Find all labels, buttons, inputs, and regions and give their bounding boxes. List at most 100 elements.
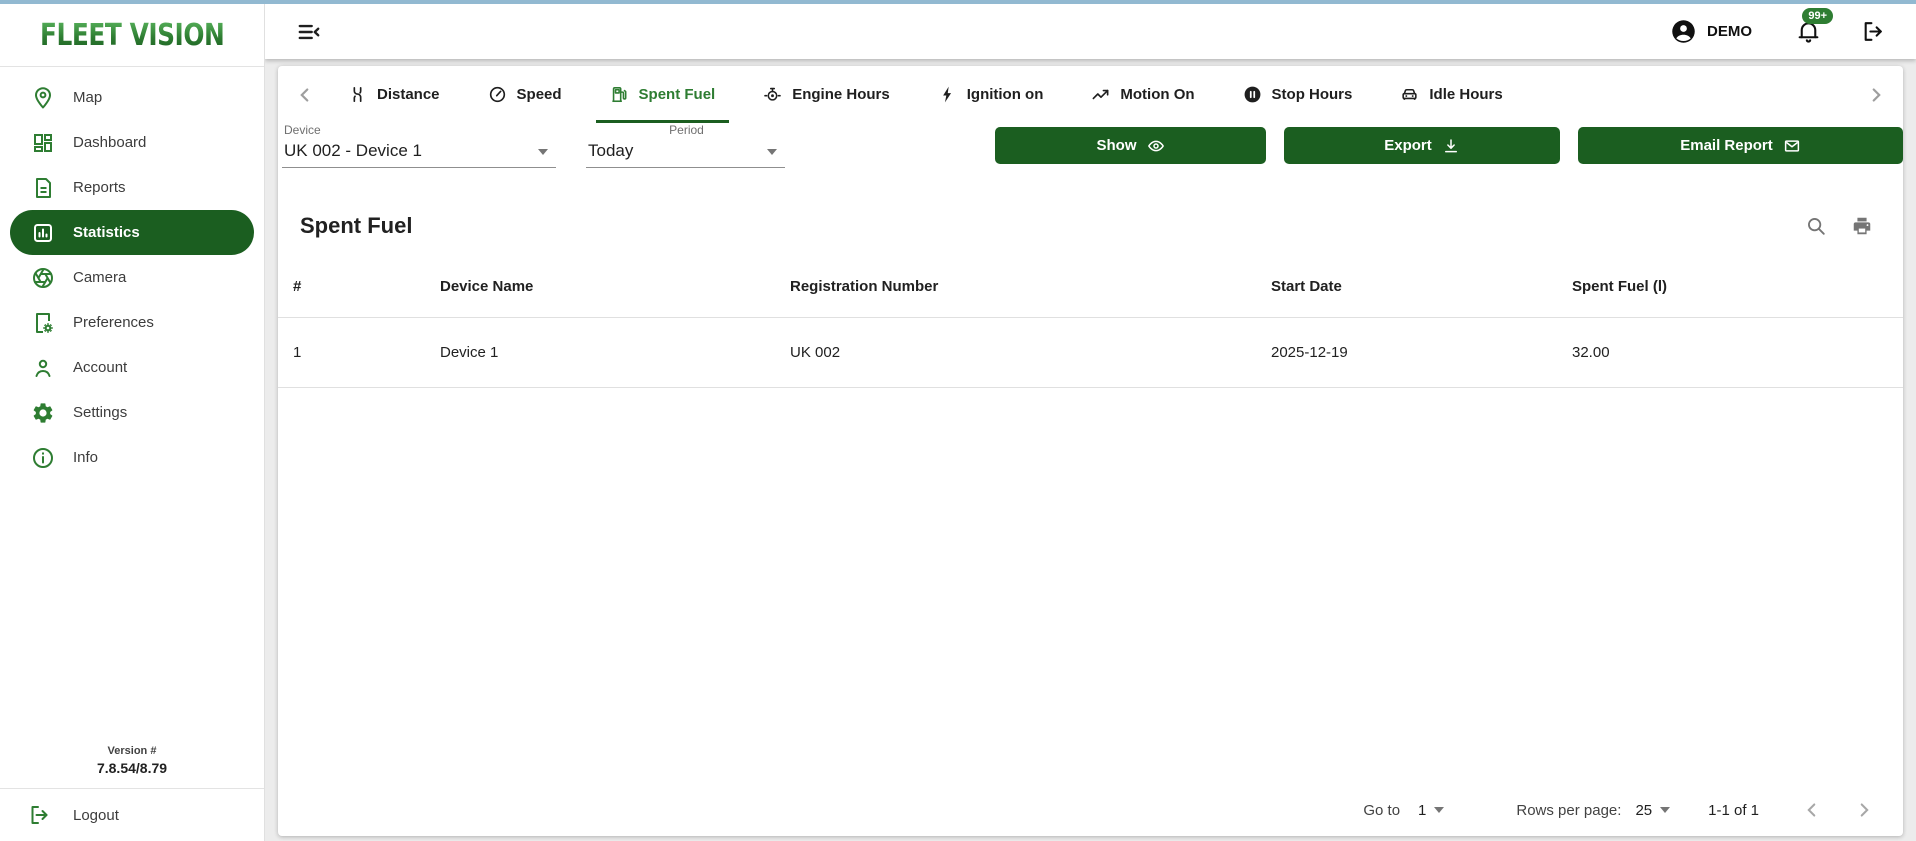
print-icon[interactable] xyxy=(1851,215,1873,237)
logout-button[interactable]: Logout xyxy=(0,789,264,841)
tab-label: Idle Hours xyxy=(1429,86,1502,103)
tabs-scroll-right-icon[interactable] xyxy=(1865,84,1887,106)
column-header: # xyxy=(293,278,440,295)
report-card: Distance Speed Spent Fuel Engine Hours I… xyxy=(278,66,1903,836)
chevron-down-icon xyxy=(1660,807,1670,813)
logout-top-icon[interactable] xyxy=(1861,19,1886,44)
top-bar: DEMO 99+ xyxy=(265,4,1916,59)
column-header: Start Date xyxy=(1271,278,1572,295)
sidebar-item-info[interactable]: Info xyxy=(0,435,264,480)
export-button[interactable]: Export xyxy=(1284,127,1560,164)
pagination-range: 1-1 of 1 xyxy=(1708,802,1759,819)
logo-text: FLEET VISION xyxy=(40,18,224,53)
sidebar: FLEET VISION Map Dashboard Reports Stati… xyxy=(0,4,265,841)
sidebar-item-dashboard[interactable]: Dashboard xyxy=(0,120,264,165)
pause-circle-icon xyxy=(1243,85,1262,104)
pagination-bar: Go to 1 Rows per page: 25 1-1 of 1 xyxy=(278,784,1903,836)
dashboard-grid-icon xyxy=(31,131,55,155)
person-icon xyxy=(31,356,55,380)
engine-timer-icon xyxy=(763,85,782,104)
speedometer-icon xyxy=(488,85,507,104)
sidebar-item-label: Map xyxy=(73,89,102,106)
tab-label: Stop Hours xyxy=(1272,86,1353,103)
sidebar-item-account[interactable]: Account xyxy=(0,345,264,390)
menu-collapse-icon[interactable] xyxy=(296,19,322,45)
chevron-down-icon xyxy=(767,149,777,155)
tab-idle-hours[interactable]: Idle Hours xyxy=(1386,66,1516,123)
email-report-button[interactable]: Email Report xyxy=(1578,127,1903,164)
sidebar-item-settings[interactable]: Settings xyxy=(0,390,264,435)
tab-label: Speed xyxy=(517,86,562,103)
sidebar-item-reports[interactable]: Reports xyxy=(0,165,264,210)
tab-stop-hours[interactable]: Stop Hours xyxy=(1229,66,1367,123)
section-header: Spent Fuel xyxy=(278,204,1903,248)
tab-ignition-on[interactable]: Ignition on xyxy=(924,66,1058,123)
map-pin-icon xyxy=(31,86,55,110)
email-report-button-label: Email Report xyxy=(1680,137,1773,154)
eye-icon xyxy=(1147,137,1165,155)
version-block: Version # 7.8.54/8.79 xyxy=(0,739,264,788)
download-icon xyxy=(1442,137,1460,155)
next-page-icon[interactable] xyxy=(1853,799,1875,821)
content-area: Distance Speed Spent Fuel Engine Hours I… xyxy=(265,59,1916,841)
gear-icon xyxy=(31,401,55,425)
sidebar-item-statistics[interactable]: Statistics xyxy=(10,210,254,255)
sidebar-item-label: Settings xyxy=(73,404,127,421)
fuel-pump-icon xyxy=(610,85,629,104)
sidebar-item-preferences[interactable]: Preferences xyxy=(0,300,264,345)
period-select-label: Period xyxy=(588,123,785,137)
results-table: # Device Name Registration Number Start … xyxy=(278,256,1903,388)
chevron-down-icon xyxy=(538,149,548,155)
tabs-scroll-left-icon[interactable] xyxy=(294,84,316,106)
period-select[interactable]: Period Today xyxy=(586,123,785,168)
trending-up-icon xyxy=(1091,85,1110,104)
notification-badge: 99+ xyxy=(1802,8,1833,24)
logout-icon xyxy=(28,803,52,827)
divider xyxy=(0,66,264,67)
tab-label: Distance xyxy=(377,86,440,103)
sidebar-item-label: Preferences xyxy=(73,314,154,331)
goto-page-select[interactable]: 1 xyxy=(1418,802,1444,819)
user-avatar-icon[interactable] xyxy=(1670,18,1697,45)
envelope-icon xyxy=(1783,137,1801,155)
route-icon xyxy=(348,85,367,104)
version-value: 7.8.54/8.79 xyxy=(0,760,264,776)
bar-chart-icon xyxy=(31,221,55,245)
info-circle-icon xyxy=(31,446,55,470)
tab-label: Ignition on xyxy=(967,86,1044,103)
tab-label: Engine Hours xyxy=(792,86,890,103)
rows-per-page-select[interactable]: 25 xyxy=(1635,802,1670,819)
sidebar-item-label: Account xyxy=(73,359,127,376)
show-button-label: Show xyxy=(1097,137,1137,154)
show-button[interactable]: Show xyxy=(995,127,1266,164)
sidebar-item-label: Info xyxy=(73,449,98,466)
previous-page-icon[interactable] xyxy=(1801,799,1823,821)
tab-spent-fuel[interactable]: Spent Fuel xyxy=(596,66,730,123)
top-accent-strip xyxy=(0,0,1916,4)
filter-row: Device UK 002 - Device 1 Period Today Sh… xyxy=(278,123,1903,182)
tab-speed[interactable]: Speed xyxy=(474,66,576,123)
device-select[interactable]: Device UK 002 - Device 1 xyxy=(282,123,556,168)
cell-device-name: Device 1 xyxy=(440,344,790,361)
sidebar-item-map[interactable]: Map xyxy=(0,75,264,120)
sidebar-item-label: Dashboard xyxy=(73,134,146,151)
logout-label: Logout xyxy=(73,807,119,824)
report-tabbar: Distance Speed Spent Fuel Engine Hours I… xyxy=(278,66,1903,123)
sidebar-item-camera[interactable]: Camera xyxy=(0,255,264,300)
notifications-button[interactable]: 99+ xyxy=(1796,19,1821,44)
search-icon[interactable] xyxy=(1805,215,1827,237)
tab-engine-hours[interactable]: Engine Hours xyxy=(749,66,904,123)
tab-motion-on[interactable]: Motion On xyxy=(1077,66,1208,123)
cell-index: 1 xyxy=(293,344,440,361)
rows-per-page-value: 25 xyxy=(1635,802,1652,819)
cell-start-date: 2025-12-19 xyxy=(1271,344,1572,361)
sidebar-item-label: Camera xyxy=(73,269,126,286)
tab-label: Spent Fuel xyxy=(639,86,716,103)
export-button-label: Export xyxy=(1384,137,1432,154)
table-row[interactable]: 1 Device 1 UK 002 2025-12-19 32.00 xyxy=(278,318,1903,388)
tab-distance[interactable]: Distance xyxy=(334,66,454,123)
chevron-down-icon xyxy=(1434,807,1444,813)
rows-per-page-label: Rows per page: xyxy=(1516,802,1621,819)
logo: FLEET VISION xyxy=(0,4,264,66)
column-header: Registration Number xyxy=(790,278,1271,295)
